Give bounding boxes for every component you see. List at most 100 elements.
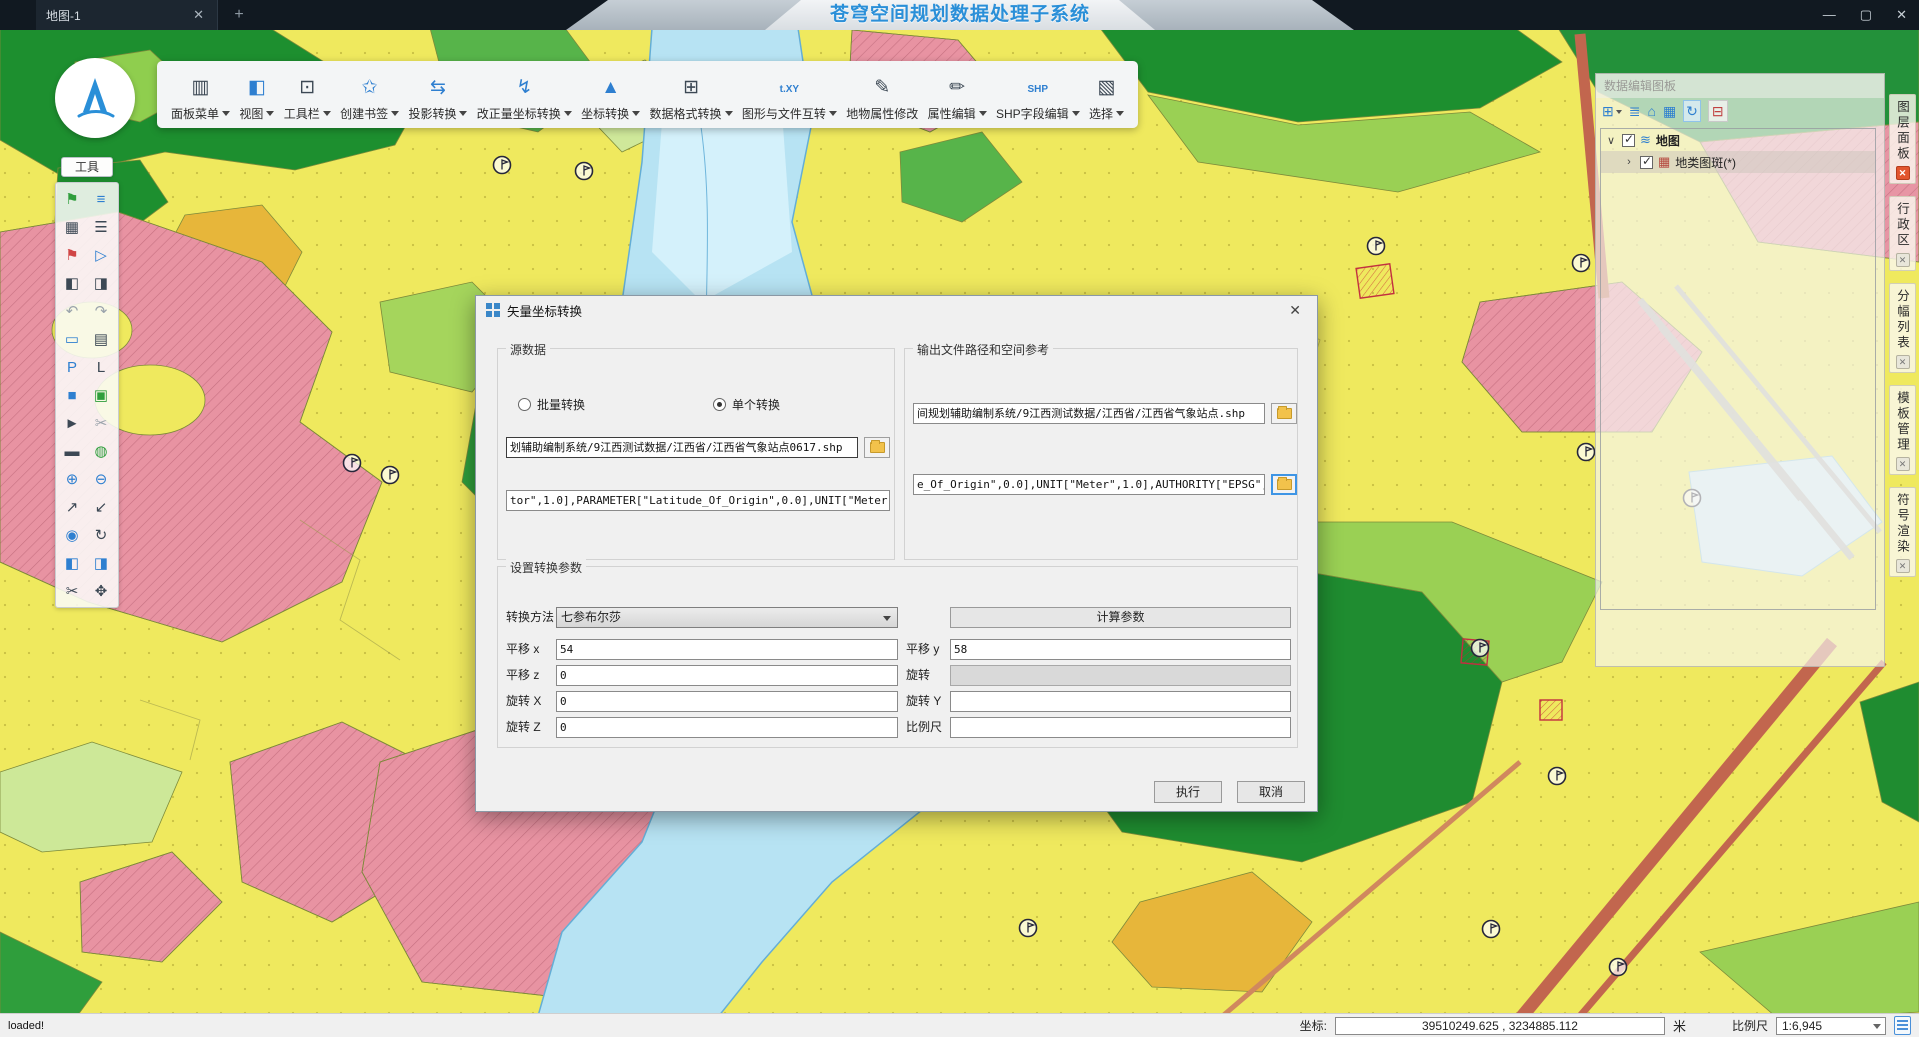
measure-icon[interactable]: ▬ [58, 438, 86, 464]
add-layer-icon[interactable]: ≣ [1629, 101, 1641, 121]
cancel-button[interactable]: 取消 [1237, 781, 1305, 803]
toolbar-item-toolbar-menu[interactable]: ⊡工具栏 [280, 65, 335, 124]
select-cursor-icon[interactable]: ► [58, 410, 86, 436]
chevron-right-icon[interactable]: › [1623, 156, 1635, 168]
swatches-icon[interactable]: ▣ [87, 382, 115, 408]
side-tab-符号渲染[interactable]: 符号渲染✕ [1889, 487, 1916, 577]
source-browse-button[interactable] [864, 437, 890, 458]
add-placemark-icon[interactable]: ⚑ [58, 186, 86, 212]
side-tab-图层面板[interactable]: 图层面板✕ [1889, 94, 1916, 184]
redo-icon[interactable]: ↷ [87, 298, 115, 324]
layer-list-icon[interactable]: ≡ [87, 186, 115, 212]
output-spatialref-browse-button[interactable] [1271, 474, 1297, 495]
zoom-in-icon[interactable]: ⊕ [58, 466, 86, 492]
close-icon[interactable]: ✕ [1892, 0, 1911, 30]
line-tool-icon[interactable]: L [87, 354, 115, 380]
collapse-icon[interactable]: ↙ [87, 494, 115, 520]
add-data-icon[interactable]: ⊞ [1602, 101, 1622, 121]
data-edit-panel-title[interactable]: 数据编辑图板 [1596, 74, 1884, 98]
import-pin-icon[interactable]: ⚑ [58, 242, 86, 268]
fill-square-icon[interactable]: ■ [58, 382, 86, 408]
toolbar-item-attr-edit[interactable]: ✏属性编辑 [924, 65, 991, 124]
scale-select[interactable]: 1:6,945 [1776, 1017, 1886, 1035]
rotate-x-input[interactable]: 0 [556, 691, 898, 712]
marquee-select-icon[interactable]: ▭ [58, 326, 86, 352]
shift-x-input[interactable]: 54 [556, 639, 898, 660]
toolbar-item-shp-field-edit[interactable]: SHPSHP字段编辑 [992, 65, 1084, 124]
tree-label-map[interactable]: 地图 [1656, 132, 1680, 149]
grid-icon[interactable]: ▦ [1663, 101, 1676, 121]
tree-row-map[interactable]: ∨ ≋ 地图 [1601, 129, 1875, 151]
rotate-icon[interactable]: ↻ [87, 522, 115, 548]
refresh-icon[interactable]: ↻ [1683, 100, 1701, 122]
rotate-z-input[interactable]: 0 [556, 717, 898, 738]
copy-right-icon[interactable]: ◨ [87, 270, 115, 296]
toolbar-item-create-bookmark[interactable]: ✩创建书签 [336, 65, 403, 124]
scissors-icon[interactable]: ✂ [58, 578, 86, 604]
app-logo[interactable] [55, 58, 135, 138]
tool-palette-header[interactable]: 工具 [61, 157, 113, 177]
side-tab-行政区[interactable]: 行政区✕ [1889, 196, 1916, 271]
globe-blue-icon[interactable]: ◉ [58, 522, 86, 548]
copy-left-icon[interactable]: ◧ [58, 270, 86, 296]
side-tab-分幅列表[interactable]: 分幅列表✕ [1889, 283, 1916, 373]
close-icon[interactable]: ✕ [1896, 166, 1910, 180]
maximize-icon[interactable]: ▢ [1856, 0, 1876, 30]
checkbox-checked[interactable] [1640, 156, 1653, 169]
home-icon[interactable]: ⌂ [1647, 101, 1655, 121]
coordinate-input[interactable]: 39510249.625 , 3234885.112 [1335, 1017, 1665, 1035]
execute-button[interactable]: 执行 [1154, 781, 1222, 803]
toolbar-item-select[interactable]: ▧选择 [1085, 65, 1128, 124]
toolbar-item-projection-transform[interactable]: ⇆投影转换 [404, 65, 471, 124]
toolbar-item-graphic-file-convert[interactable]: t.XY图形与文件互转 [738, 65, 841, 124]
monitor-grid-icon[interactable]: ◨ [87, 550, 115, 576]
minimize-icon[interactable]: — [1819, 0, 1840, 30]
transform-method-select[interactable]: 七参布尔莎 [556, 607, 898, 628]
toolbar-item-view[interactable]: ◧视图 [235, 65, 278, 124]
close-icon[interactable]: ✕ [1896, 457, 1910, 471]
cut-dashed-icon[interactable]: ✂ [87, 410, 115, 436]
output-browse-button[interactable] [1271, 403, 1297, 424]
toolbar-item-feature-attr-modify[interactable]: ✎地物属性修改 [842, 65, 922, 124]
toolbar-item-correction-coord-transform[interactable]: ↯改正量坐标转换 [473, 65, 576, 124]
source-spatialref-input[interactable]: tor",1.0],PARAMETER["Latitude_Of_Origin"… [506, 490, 890, 511]
clipboard-icon[interactable] [1894, 1016, 1911, 1035]
print-icon[interactable]: ☰ [87, 214, 115, 240]
tab-close-icon[interactable]: ✕ [190, 7, 207, 23]
toolbar-item-data-format-convert[interactable]: ⊞数据格式转换 [646, 65, 737, 124]
save-icon[interactable]: ▦ [58, 214, 86, 240]
export-icon[interactable]: ▷ [87, 242, 115, 268]
dialog-close-icon[interactable]: ✕ [1283, 300, 1307, 321]
pan-hand-icon[interactable]: ✥ [87, 578, 115, 604]
globe-green-icon[interactable]: ◍ [87, 438, 115, 464]
close-icon[interactable]: ✕ [1896, 253, 1910, 267]
checkbox-checked[interactable] [1622, 134, 1635, 147]
paste-icon[interactable]: ▤ [87, 326, 115, 352]
new-tab-button[interactable]: + [228, 4, 250, 26]
zoom-out-icon[interactable]: ⊖ [87, 466, 115, 492]
close-icon[interactable]: ✕ [1896, 559, 1910, 573]
undo-icon[interactable]: ↶ [58, 298, 86, 324]
single-transform-radio[interactable]: 单个转换 [713, 396, 780, 413]
calculate-params-button[interactable]: 计算参数 [950, 607, 1291, 628]
batch-transform-radio[interactable]: 批量转换 [518, 396, 585, 413]
point-tool-icon[interactable]: P [58, 354, 86, 380]
output-path-input[interactable]: 间规划辅助编制系统/9江西测试数据/江西省/江西省气象站点.shp [913, 403, 1265, 424]
remove-layer-icon[interactable]: ⊟ [1708, 100, 1728, 122]
source-path-input[interactable]: 划辅助编制系统/9江西测试数据/江西省/江西省气象站点0617.shp [506, 437, 858, 458]
toolbar-item-coord-transform[interactable]: ▲坐标转换 [577, 65, 644, 124]
monitor-prev-icon[interactable]: ◧ [58, 550, 86, 576]
rotate-y-input[interactable] [950, 691, 1291, 712]
tree-label-landuse[interactable]: 地类图斑(*) [1675, 154, 1736, 171]
chevron-down-icon[interactable]: ∨ [1605, 134, 1617, 147]
output-spatialref-input[interactable]: e_Of_Origin",0.0],UNIT["Meter",1.0],AUTH… [913, 474, 1265, 495]
side-tab-模板管理[interactable]: 模板管理✕ [1889, 385, 1916, 475]
map-document-tab[interactable]: 地图-1 ✕ [36, 0, 218, 30]
shift-y-input[interactable]: 58 [950, 639, 1291, 660]
scale-input[interactable] [950, 717, 1291, 738]
close-icon[interactable]: ✕ [1896, 355, 1910, 369]
expand-icon[interactable]: ↗ [58, 494, 86, 520]
dialog-titlebar[interactable]: 矢量坐标转换 ✕ [476, 296, 1317, 324]
toolbar-item-panel-menu[interactable]: ▥面板菜单 [167, 65, 234, 124]
tree-row-landuse-layer[interactable]: › ▦ 地类图斑(*) [1601, 151, 1875, 173]
